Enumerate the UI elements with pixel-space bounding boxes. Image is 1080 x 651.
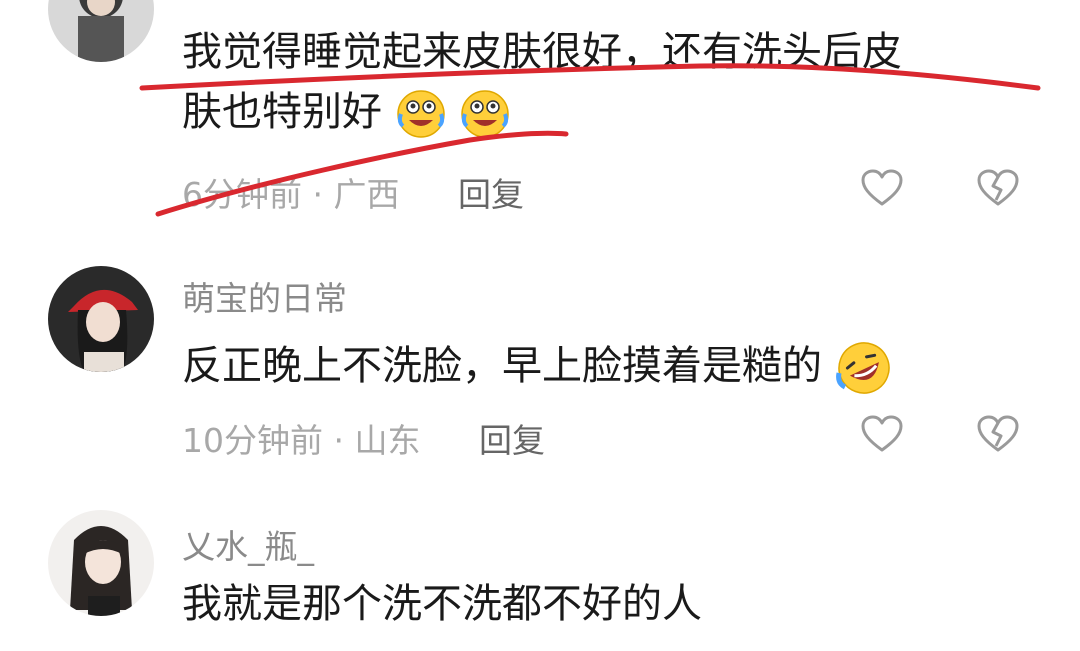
comment-text: 反正晚上不洗脸，早上脸摸着是糙的: [182, 336, 1022, 397]
comment-text-line: 反正晚上不洗脸，早上脸摸着是糙的: [182, 343, 822, 389]
comment-location: 山东: [354, 421, 421, 460]
meta-separator: ·: [323, 421, 355, 460]
comment-meta: 6分钟前 · 广西 回复: [182, 168, 524, 216]
dislike-broken-heart-icon[interactable]: [976, 168, 1020, 208]
comment-time: 6分钟前: [182, 175, 302, 214]
comment-item: 乂水_瓶_ 我就是那个洗不洗都不好的人: [0, 500, 1080, 651]
comment-text: 我觉得睡觉起来皮肤很好，还有洗头后皮 肤也特别好: [182, 22, 1022, 142]
comment-meta: 10分钟前 · 山东 回复: [182, 414, 545, 462]
crying-laughing-emoji-icon: [396, 90, 445, 138]
reply-button[interactable]: 回复: [479, 421, 545, 460]
crying-laughing-emoji-icon: [461, 90, 510, 138]
comment-username[interactable]: 萌宝的日常: [182, 272, 347, 320]
rolling-laughing-emoji-icon: [835, 342, 890, 394]
avatar[interactable]: [48, 266, 154, 372]
comment-text: 我就是那个洗不洗都不好的人: [182, 574, 1022, 634]
comment-text-line1: 我觉得睡觉起来皮肤很好，还有洗头后皮: [182, 29, 902, 75]
comment-location: 广西: [333, 175, 400, 214]
comment-username[interactable]: 乂水_瓶_: [182, 520, 314, 568]
like-heart-icon[interactable]: [860, 168, 904, 208]
like-heart-icon[interactable]: [860, 414, 904, 454]
reply-button[interactable]: 回复: [458, 175, 524, 214]
comment-time: 10分钟前: [182, 421, 323, 460]
comment-text-line: 我就是那个洗不洗都不好的人: [182, 581, 702, 627]
comment-item: 萌宝的日常 反正晚上不洗脸，早上脸摸着是糙的 10分钟前 · 山东 回复: [0, 260, 1080, 490]
avatar[interactable]: [48, 0, 154, 62]
meta-separator: ·: [302, 175, 334, 214]
dislike-broken-heart-icon[interactable]: [976, 414, 1020, 454]
avatar[interactable]: [48, 510, 154, 616]
comment-text-line2: 肤也特别好: [182, 89, 382, 135]
comment-item: 我觉得睡觉起来皮肤很好，还有洗头后皮 肤也特别好 6分钟前 · 广西 回复: [0, 0, 1080, 230]
